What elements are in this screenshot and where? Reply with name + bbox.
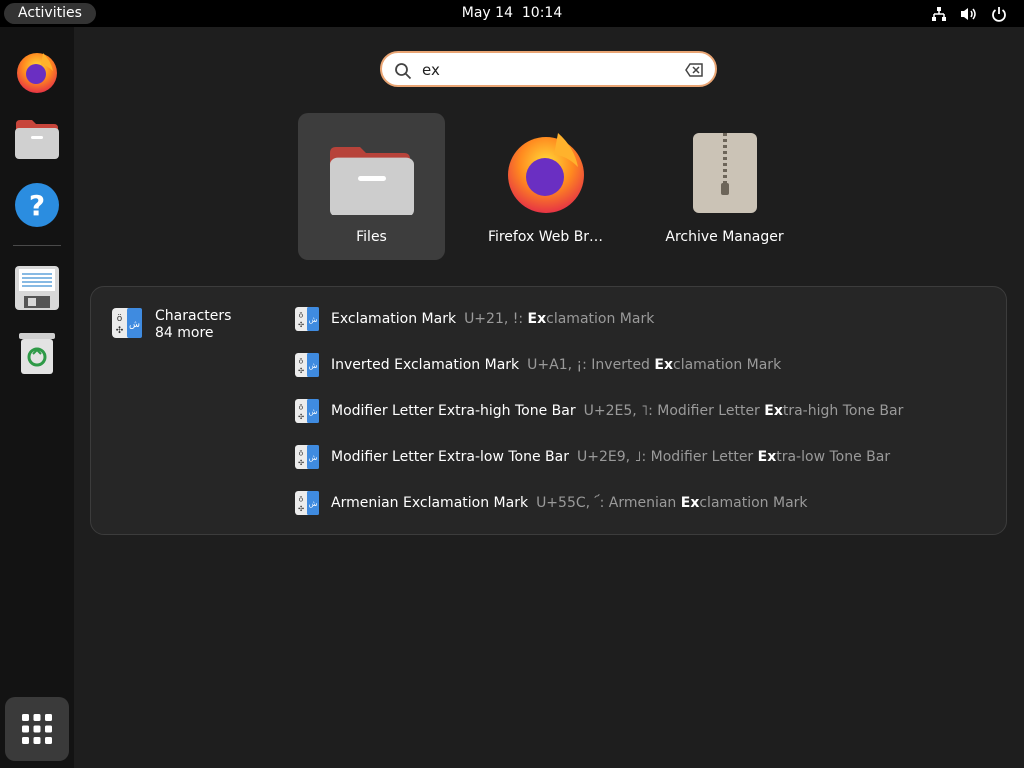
- search-results-panel: ö ✣ ش Characters 84 more ö ✣ ش Exclamation …: [90, 286, 1007, 535]
- result-title: Inverted Exclamation Mark: [331, 357, 520, 373]
- svg-text:ش: ش: [309, 407, 318, 416]
- dock-help[interactable]: ?: [11, 179, 63, 231]
- result-desc-suffix: clamation Mark: [546, 311, 655, 327]
- result-desc-prefix: U+2E5, ˥: Modifier Letter: [583, 403, 765, 419]
- text-editor-icon: [15, 266, 59, 310]
- svg-text:ö: ö: [299, 494, 303, 503]
- result-desc-prefix: U+21, !:: [464, 311, 528, 327]
- volume-icon[interactable]: [960, 5, 978, 23]
- search-icon: [395, 63, 412, 80]
- provider-more-count: 84 more: [155, 325, 214, 341]
- dock-files[interactable]: [11, 113, 63, 165]
- app-label: Firefox Web Br…: [487, 229, 604, 245]
- folder-icon: [15, 120, 59, 159]
- result-desc-prefix: U+A1, ¡: Inverted: [527, 357, 655, 373]
- svg-text:✣: ✣: [298, 320, 304, 329]
- result-title: Modifier Letter Extra-low Tone Bar: [331, 449, 569, 465]
- svg-text:ش: ش: [309, 499, 318, 508]
- characters-app-icon: ö✣ ش: [295, 353, 319, 377]
- character-result-row[interactable]: ö ✣ ش Exclamation Mark U+21, !: Exclamation …: [295, 304, 975, 334]
- result-desc-suffix: clamation Mark: [673, 357, 782, 373]
- svg-text:✣: ✣: [298, 366, 304, 375]
- result-desc-match: Ex: [527, 311, 547, 327]
- result-description: U+A1, ¡: Inverted Exclamation Mark: [527, 357, 781, 373]
- svg-text:✣: ✣: [298, 458, 304, 467]
- result-description: U+21, !: Exclamation Mark: [464, 311, 654, 327]
- svg-text:ö: ö: [299, 448, 303, 457]
- folder-icon: [330, 147, 414, 215]
- result-desc-match: Ex: [654, 357, 673, 373]
- top-bar: Activities May 14 10:14: [0, 0, 1024, 27]
- show-apps-button[interactable]: [5, 697, 69, 761]
- result-title: Armenian Exclamation Mark: [331, 495, 529, 511]
- clock-button[interactable]: May 14 10:14: [462, 5, 562, 21]
- result-desc-suffix: tra-high Tone Bar: [782, 403, 904, 419]
- provider-characters[interactable]: ö ✣ ش Characters 84 more: [112, 308, 231, 342]
- result-desc-match: Ex: [680, 495, 700, 511]
- app-label: Files: [356, 229, 387, 245]
- app-tile-files[interactable]: Files: [298, 113, 445, 260]
- svg-text:✣: ✣: [298, 504, 304, 513]
- search-input[interactable]: [420, 58, 674, 82]
- characters-app-icon: ö✣ ش: [295, 491, 319, 515]
- result-title: Modifier Letter Extra-high Tone Bar: [331, 403, 576, 419]
- characters-app-icon: ö ✣ ش: [112, 308, 142, 338]
- system-tray[interactable]: [930, 4, 1008, 23]
- firefox-icon: [508, 133, 584, 213]
- character-result-row[interactable]: ö ✣ ش Modifier Letter Extra-high Tone Bar U+…: [295, 396, 975, 426]
- character-result-row[interactable]: ö ✣ ش Armenian Exclamation Mark U+55C, ՜: Ar…: [295, 488, 975, 518]
- dock-separator: [13, 245, 61, 246]
- svg-text:ش: ش: [129, 320, 140, 330]
- dock-trash[interactable]: [11, 327, 63, 379]
- result-description: U+2E5, ˥: Modifier Letter Extra-high Ton…: [584, 403, 904, 419]
- result-description: U+2E9, ˩: Modifier Letter Extra-low Tone…: [577, 449, 890, 465]
- app-label: Archive Manager: [665, 229, 784, 245]
- help-icon: ?: [15, 183, 59, 227]
- svg-text:ش: ش: [309, 315, 318, 324]
- svg-text:?: ?: [29, 189, 45, 222]
- svg-text:ش: ش: [309, 361, 318, 370]
- characters-app-icon: ö✣ ش: [295, 399, 319, 423]
- network-icon[interactable]: [930, 5, 948, 23]
- result-desc-suffix: clamation Mark: [699, 495, 808, 511]
- activities-button[interactable]: Activities: [4, 3, 96, 24]
- firefox-icon: [17, 53, 57, 93]
- characters-app-icon: ö✣ ش: [295, 445, 319, 469]
- app-tile-firefox[interactable]: Firefox Web Br…: [472, 113, 619, 260]
- archive-icon: [693, 133, 757, 213]
- svg-text:ö: ö: [299, 402, 303, 411]
- svg-text:ö: ö: [299, 310, 303, 319]
- power-icon[interactable]: [990, 5, 1008, 23]
- search-box[interactable]: [380, 51, 717, 87]
- result-desc-prefix: U+2E9, ˩: Modifier Letter: [577, 449, 758, 465]
- app-grid-icon: [22, 714, 52, 744]
- characters-app-icon: ö✣ ش: [295, 307, 319, 331]
- backspace-icon[interactable]: [685, 63, 703, 77]
- provider-name: Characters: [155, 308, 232, 324]
- result-title: Exclamation Mark: [331, 311, 457, 327]
- character-result-row[interactable]: ö ✣ ش Inverted Exclamation Mark U+A1, ¡: Inv…: [295, 350, 975, 380]
- character-result-row[interactable]: ö ✣ ش Modifier Letter Extra-low Tone Bar U+2…: [295, 442, 975, 472]
- dock-firefox[interactable]: [11, 45, 63, 97]
- trash-icon: [19, 333, 55, 374]
- svg-text:✣: ✣: [116, 326, 124, 336]
- app-tile-archive-manager[interactable]: Archive Manager: [651, 113, 798, 260]
- result-description: U+55C, ՜: Armenian Exclamation Mark: [536, 495, 807, 511]
- dock: ?: [0, 27, 74, 768]
- svg-text:ö: ö: [117, 314, 123, 324]
- svg-text:ش: ش: [309, 453, 318, 462]
- result-desc-prefix: U+55C, ՜: Armenian: [536, 495, 681, 511]
- dock-text-editor[interactable]: [11, 262, 63, 314]
- result-desc-match: Ex: [757, 449, 777, 465]
- clock: May 14 10:14: [0, 0, 1024, 27]
- result-desc-match: Ex: [764, 403, 783, 419]
- svg-text:✣: ✣: [298, 412, 304, 421]
- svg-text:ö: ö: [299, 356, 303, 365]
- result-desc-suffix: tra-low Tone Bar: [776, 449, 891, 465]
